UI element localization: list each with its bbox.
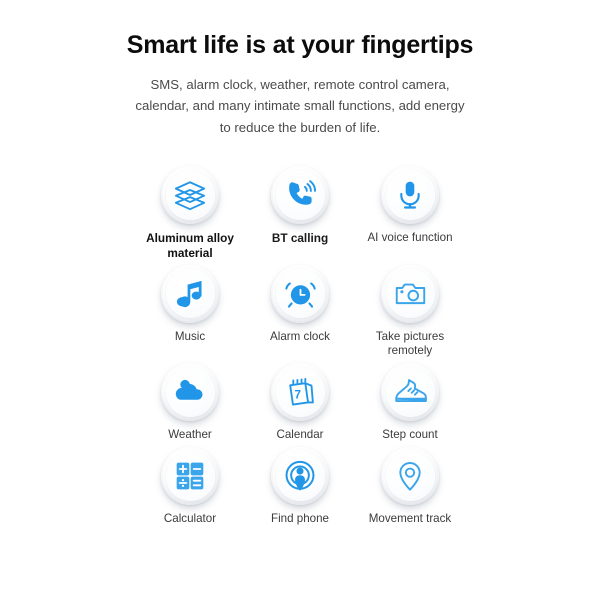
microphone-icon — [400, 181, 420, 209]
feature-icon-disc — [271, 447, 329, 506]
location-pin-icon — [399, 462, 421, 491]
feature-icon-disc — [381, 363, 439, 422]
feature-icon-disc — [271, 264, 329, 323]
cloud-sun-icon — [175, 380, 203, 400]
feature-item-aluminum-alloy-material[interactable]: Aluminum alloy material — [135, 164, 245, 260]
feature-item-weather[interactable]: Weather — [135, 361, 245, 442]
page-description: SMS, alarm clock, weather, remote contro… — [135, 77, 465, 135]
bt-calling-icon — [289, 180, 316, 205]
feature-item-alarm-clock[interactable]: Alarm clock — [245, 263, 355, 358]
feature-item-movement-track[interactable]: Movement track — [355, 445, 465, 526]
feature-icon-disc — [161, 447, 219, 506]
calculator-icon — [176, 462, 204, 490]
page-title: Smart life is at your fingertips — [126, 31, 474, 59]
feature-label: Weather — [168, 428, 212, 442]
feature-label: Step count — [382, 428, 438, 442]
feature-icon-disc — [161, 264, 219, 323]
feature-icon-disc — [161, 363, 219, 422]
feature-label: AI voice function — [367, 231, 453, 245]
feature-item-ai-voice-function[interactable]: AI voice function — [355, 164, 465, 260]
feature-label: Aluminum alloy material — [146, 231, 234, 260]
calendar-day-number: 7 — [294, 388, 301, 401]
feature-label: BT calling — [271, 231, 329, 246]
feature-item-calculator[interactable]: Calculator — [135, 445, 245, 526]
feature-item-find-phone[interactable]: Find phone — [245, 445, 355, 526]
feature-item-take-pictures-remotely[interactable]: Take pictures remotely — [355, 263, 465, 358]
feature-icon-disc — [381, 447, 439, 506]
music-note-icon — [176, 281, 202, 308]
feature-label: Take pictures remotely — [375, 329, 445, 358]
feature-icon-disc — [271, 166, 329, 225]
feature-label: Music — [174, 329, 206, 343]
feature-grid-page: Smart life is at your fingertips SMS, al… — [0, 0, 600, 600]
feature-item-step-count[interactable]: Step count — [355, 361, 465, 442]
feature-label: Alarm clock — [270, 329, 330, 343]
feature-item-bt-calling[interactable]: BT calling — [245, 164, 355, 260]
feature-item-music[interactable]: Music — [135, 263, 245, 358]
feature-label: Find phone — [270, 512, 329, 526]
find-phone-icon — [285, 461, 315, 492]
feature-icon-disc: 7 — [271, 363, 329, 422]
feature-icon-disc — [161, 166, 219, 225]
feature-grid: Aluminum alloy material BT calling AI vo… — [135, 164, 465, 526]
sneaker-icon — [394, 378, 427, 402]
feature-icon-disc — [381, 166, 439, 225]
camera-icon — [395, 284, 425, 305]
feature-icon-disc — [381, 264, 439, 323]
feature-label: Movement track — [368, 512, 452, 526]
calendar-icon: 7 — [288, 377, 314, 406]
alarm-clock-icon — [284, 282, 316, 308]
feature-label: Calculator — [163, 512, 217, 526]
feature-label: Calendar — [276, 428, 324, 442]
layers-icon — [174, 181, 206, 211]
feature-item-calendar[interactable]: 7 Calendar — [245, 361, 355, 442]
